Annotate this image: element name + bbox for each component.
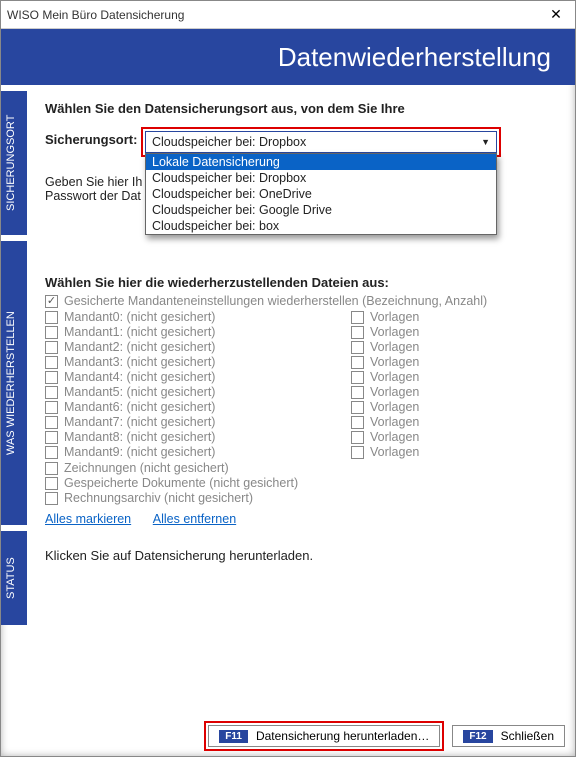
window-title: WISO Mein Büro Datensicherung [7,8,184,22]
highlight-frame-dropdown: Cloudspeicher bei: Dropbox ▼ Lokale Date… [141,127,501,157]
checkbox-mandant[interactable] [45,326,58,339]
checkbox-vorlagen[interactable] [351,416,364,429]
mandant-label: Mandant7: (nicht gesichert) [64,415,215,429]
checkbox-extra[interactable] [45,477,58,490]
mandant-label: Mandant9: (nicht gesichert) [64,445,215,459]
vorlagen-label: Vorlagen [370,355,419,369]
checkbox-mandant[interactable] [45,371,58,384]
mandant-label: Mandant4: (nicht gesichert) [64,370,215,384]
extra-label: Zeichnungen (nicht gesichert) [64,461,229,475]
checkbox-mandant[interactable] [45,416,58,429]
dropdown-option[interactable]: Lokale Datensicherung [146,154,496,170]
checkbox-mandant[interactable] [45,401,58,414]
f11-badge: F11 [219,730,248,743]
link-deselect-all[interactable]: Alles entfernen [153,512,236,526]
vorlagen-label: Vorlagen [370,445,419,459]
checkbox-extra[interactable] [45,492,58,505]
checkbox-mandant[interactable] [45,431,58,444]
section1-intro: Wählen Sie den Datensicherungsort aus, v… [45,101,553,116]
side-tabs: SICHERUNGSORT WAS WIEDERHERSTELLEN STATU… [1,85,27,718]
download-button[interactable]: F11 Datensicherung herunterladen… [208,725,440,747]
banner-title: Datenwiederherstellung [278,42,551,73]
download-button-label: Datensicherung herunterladen… [256,729,429,743]
vorlagen-label: Vorlagen [370,340,419,354]
checkbox-extra[interactable] [45,462,58,475]
window: WISO Mein Büro Datensicherung ✕ Datenwie… [0,0,576,757]
checkbox-mandant-settings[interactable] [45,295,58,308]
mandant-label: Mandant5: (nicht gesichert) [64,385,215,399]
tab-status[interactable]: STATUS [1,525,27,625]
checkbox-vorlagen[interactable] [351,371,364,384]
checkbox-mandant[interactable] [45,356,58,369]
dropdown-option[interactable]: Cloudspeicher bei: Dropbox [146,170,496,186]
mandant-label: Mandant8: (nicht gesichert) [64,430,215,444]
mandant-label: Mandant6: (nicht gesichert) [64,400,215,414]
section2-head: Wählen Sie hier die wiederherzustellende… [45,275,553,290]
dropdown-option[interactable]: Cloudspeicher bei: OneDrive [146,186,496,202]
location-dropdown[interactable]: Cloudspeicher bei: Dropbox ▼ Lokale Date… [145,131,497,153]
mandant-label: Mandant2: (nicht gesichert) [64,340,215,354]
highlight-frame-download: F11 Datensicherung herunterladen… [204,721,444,751]
chevron-down-icon: ▼ [481,137,490,147]
vorlagen-label: Vorlagen [370,370,419,384]
close-button[interactable]: F12 Schließen [452,725,565,747]
dropdown-option[interactable]: Cloudspeicher bei: box [146,218,496,234]
vorlagen-label: Vorlagen [370,430,419,444]
checkbox-vorlagen[interactable] [351,341,364,354]
banner: Datenwiederherstellung [1,29,575,85]
vorlagen-label: Vorlagen [370,325,419,339]
checkbox-mandant[interactable] [45,341,58,354]
checkbox-vorlagen[interactable] [351,401,364,414]
checkbox-vorlagen[interactable] [351,431,364,444]
mandant-settings-label: Gesicherte Mandanteneinstellungen wieder… [64,294,487,308]
checkbox-vorlagen[interactable] [351,311,364,324]
f12-badge: F12 [463,730,492,743]
checkbox-vorlagen[interactable] [351,446,364,459]
checkbox-vorlagen[interactable] [351,386,364,399]
vorlagen-label: Vorlagen [370,385,419,399]
mandant-label: Mandant0: (nicht gesichert) [64,310,215,324]
tab-was-wiederherstellen[interactable]: WAS WIEDERHERSTELLEN [1,235,27,525]
dropdown-list: Lokale Datensicherung Cloudspeicher bei:… [145,153,497,235]
close-button-label: Schließen [501,729,554,743]
mandant-label: Mandant1: (nicht gesichert) [64,325,215,339]
checkbox-mandant[interactable] [45,446,58,459]
vorlagen-label: Vorlagen [370,400,419,414]
link-select-all[interactable]: Alles markieren [45,512,131,526]
extra-label: Rechnungsarchiv (nicht gesichert) [64,491,253,505]
titlebar: WISO Mein Büro Datensicherung ✕ [1,1,575,29]
extra-label: Gespeicherte Dokumente (nicht gesichert) [64,476,298,490]
tab-sicherungsort[interactable]: SICHERUNGSORT [1,85,27,235]
vorlagen-label: Vorlagen [370,415,419,429]
dropdown-selected: Cloudspeicher bei: Dropbox [152,135,306,149]
location-label: Sicherungsort: [45,132,141,147]
dropdown-option[interactable]: Cloudspeicher bei: Google Drive [146,202,496,218]
vorlagen-label: Vorlagen [370,310,419,324]
status-text: Klicken Sie auf Datensicherung herunterl… [45,526,553,563]
checkbox-vorlagen[interactable] [351,326,364,339]
content: Wählen Sie den Datensicherungsort aus, v… [27,85,575,718]
checkbox-mandant[interactable] [45,386,58,399]
close-icon[interactable]: ✕ [543,6,569,23]
mandant-label: Mandant3: (nicht gesichert) [64,355,215,369]
footer: F11 Datensicherung herunterladen… F12 Sc… [1,716,575,756]
checkbox-mandant[interactable] [45,311,58,324]
checkbox-vorlagen[interactable] [351,356,364,369]
